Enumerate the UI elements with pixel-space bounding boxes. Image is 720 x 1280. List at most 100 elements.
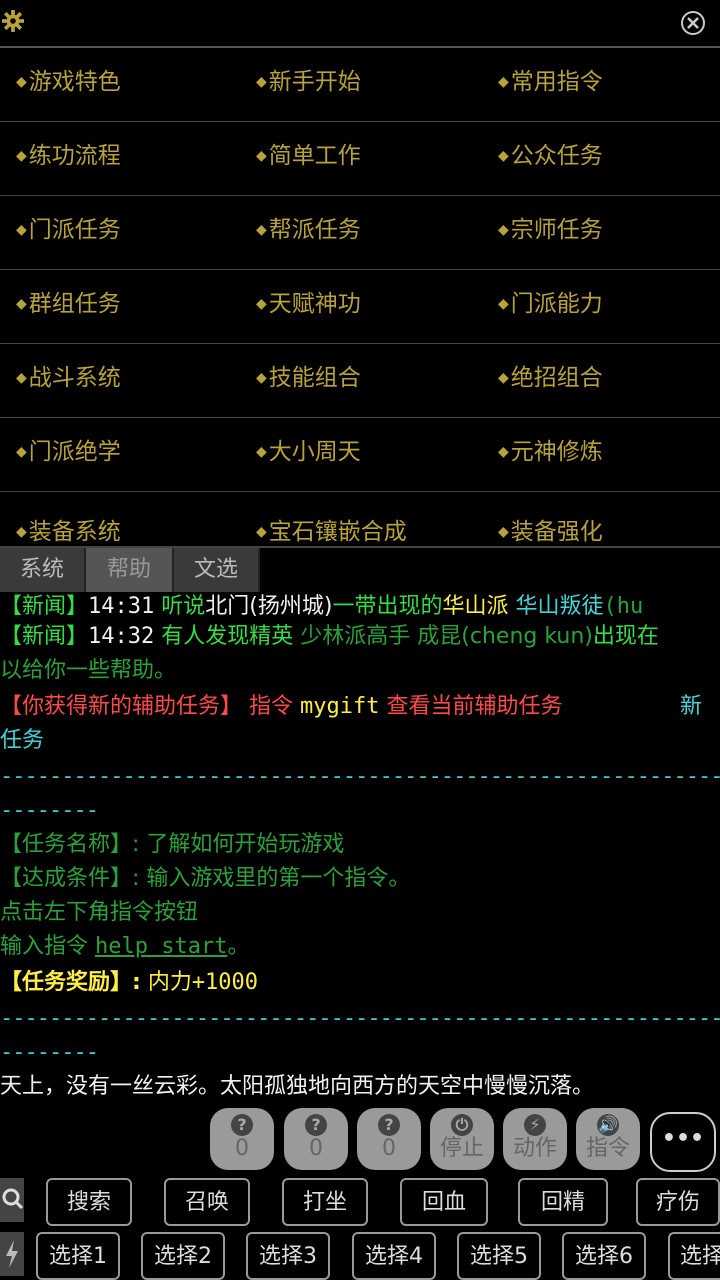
topic-item[interactable]: ◆大小周天 (256, 418, 361, 491)
topic-label: 简单工作 (268, 143, 361, 169)
topic-item[interactable]: ◆战斗系统 (16, 344, 121, 417)
topic-label: 装备强化 (510, 519, 603, 545)
select-5-button[interactable]: 选择5 (457, 1232, 541, 1280)
grid-row: ◆练功流程 ◆简单工作 ◆公众任务 (0, 122, 720, 196)
command-label: 指令 (585, 1136, 630, 1161)
search-button[interactable]: 搜索 (46, 1178, 132, 1226)
lightning-icon (6, 1240, 18, 1268)
more-button[interactable]: ••• (650, 1112, 716, 1172)
log-line: 以给你一些帮助。 (0, 658, 177, 683)
grid-row: ◆战斗系统 ◆技能组合 ◆绝招组合 (0, 344, 720, 418)
topic-item[interactable]: ◆简单工作 (256, 122, 361, 195)
heal-button[interactable]: 疗伤 (636, 1178, 720, 1226)
grid-row: ◆门派绝学 ◆大小周天 ◆元神修炼 (0, 418, 720, 492)
stop-button[interactable]: ⏻ 停止 (430, 1108, 494, 1170)
select-3-button[interactable]: 选择3 (246, 1232, 330, 1280)
topic-label: 门派任务 (28, 217, 121, 243)
lightning-row-toggle[interactable] (0, 1232, 24, 1276)
search-icon (2, 1188, 24, 1210)
tab-selection[interactable]: 文选 (174, 548, 260, 592)
topic-item[interactable]: ◆元神修炼 (498, 418, 603, 491)
topic-item[interactable]: ◆练功流程 (16, 122, 121, 195)
topic-label: 宗师任务 (510, 217, 603, 243)
topic-label: 装备系统 (28, 519, 121, 545)
log-line: 【任务奖励】: 内力+1000 (0, 970, 259, 995)
top-bar (0, 0, 720, 48)
recover-hp-button[interactable]: 回血 (400, 1178, 488, 1226)
select-2-button[interactable]: 选择2 (141, 1232, 225, 1280)
log-line: 天上，没有一丝云彩。太阳孤独地向西方的天空中慢慢沉落。 (0, 1074, 595, 1099)
log-line: 【新闻】14:32 有人发现精英 少林派高手 成昆(cheng kun)出现在 (0, 624, 659, 649)
topic-label: 新手开始 (268, 69, 361, 95)
topic-item[interactable]: ◆游戏特色 (16, 48, 121, 121)
select-7-button[interactable]: 选择 (668, 1232, 720, 1280)
topic-item[interactable]: ◆新手开始 (256, 48, 361, 121)
slot-count: 0 (235, 1136, 249, 1161)
quick-slot-button[interactable]: ? 0 (284, 1108, 348, 1170)
close-icon[interactable] (680, 10, 706, 36)
divider: ----------------------------------------… (0, 764, 720, 789)
search-row-toggle[interactable] (0, 1178, 24, 1222)
log-line: 【达成条件】: 输入游戏里的第一个指令。 (0, 866, 411, 891)
select-4-button[interactable]: 选择4 (352, 1232, 436, 1280)
divider: -------- (0, 1040, 99, 1065)
topic-item[interactable]: ◆天赋神功 (256, 270, 361, 343)
topic-label: 练功流程 (28, 143, 121, 169)
channel-tabs: 系统 帮助 文选 (0, 546, 720, 592)
help-start-link[interactable]: help start (95, 934, 227, 959)
topic-item[interactable]: ◆群组任务 (16, 270, 121, 343)
command-button[interactable]: 🔊 指令 (576, 1108, 640, 1170)
log-line: 【新闻】14:31 听说北门(扬州城)一带出现的华山派 华山叛徒(hu (0, 594, 644, 619)
topic-item[interactable]: ◆绝招组合 (498, 344, 603, 417)
slot-count: 0 (309, 1136, 323, 1161)
meditate-button[interactable]: 打坐 (282, 1178, 368, 1226)
power-icon: ⏻ (451, 1114, 473, 1136)
lightning-icon: ⚡ (524, 1114, 546, 1136)
topic-item[interactable]: ◆门派任务 (16, 196, 121, 269)
topic-label: 天赋神功 (268, 291, 361, 317)
topic-label: 大小周天 (268, 439, 361, 465)
topic-item[interactable]: ◆技能组合 (256, 344, 361, 417)
topic-label: 绝招组合 (510, 365, 603, 391)
action-label: 动作 (512, 1136, 557, 1161)
topic-label: 技能组合 (268, 365, 361, 391)
select-6-button[interactable]: 选择6 (562, 1232, 646, 1280)
question-icon: ? (305, 1114, 327, 1136)
topic-label: 元神修炼 (510, 439, 603, 465)
topic-label: 战斗系统 (28, 365, 121, 391)
topic-label: 常用指令 (510, 69, 603, 95)
log-line: 【你获得新的辅助任务】 指令 mygift 查看当前辅助任务 新 (0, 694, 703, 719)
quick-slot-button[interactable]: ? 0 (210, 1108, 274, 1170)
slot-count: 0 (382, 1136, 396, 1161)
log-line: 任务 (0, 728, 45, 753)
speaker-icon: 🔊 (597, 1114, 619, 1136)
topic-label: 帮派任务 (268, 217, 361, 243)
tab-help[interactable]: 帮助 (86, 548, 174, 592)
grid-row: ◆群组任务 ◆天赋神功 ◆门派能力 (0, 270, 720, 344)
topic-label: 门派能力 (510, 291, 603, 317)
stop-label: 停止 (439, 1136, 484, 1161)
question-icon: ? (231, 1114, 253, 1136)
topic-item[interactable]: ◆门派绝学 (16, 418, 121, 491)
tab-system[interactable]: 系统 (0, 548, 86, 592)
select-1-button[interactable]: 选择1 (36, 1232, 120, 1280)
action-button[interactable]: ⚡ 动作 (503, 1108, 567, 1170)
grid-row: ◆门派任务 ◆帮派任务 ◆宗师任务 (0, 196, 720, 270)
quick-slot-button[interactable]: ? 0 (357, 1108, 421, 1170)
topic-label: 公众任务 (510, 143, 603, 169)
topic-label: 群组任务 (28, 291, 121, 317)
topic-item[interactable]: ◆常用指令 (498, 48, 603, 121)
topic-item[interactable]: ◆宗师任务 (498, 196, 603, 269)
gear-icon[interactable] (2, 10, 24, 32)
topic-item[interactable]: ◆门派能力 (498, 270, 603, 343)
message-log[interactable]: 【新闻】14:31 听说北门(扬州城)一带出现的华山派 华山叛徒(hu 【新闻】… (0, 590, 720, 1110)
log-line: 【任务名称】: 了解如何开始玩游戏 (0, 832, 345, 857)
divider: ----------------------------------------… (0, 1006, 720, 1031)
summon-button[interactable]: 召唤 (164, 1178, 250, 1226)
help-topic-grid: ◆游戏特色 ◆新手开始 ◆常用指令 ◆练功流程 ◆简单工作 ◆公众任务 ◆门派任… (0, 48, 720, 546)
topic-item[interactable]: ◆帮派任务 (256, 196, 361, 269)
topic-label: 宝石镶嵌合成 (268, 519, 407, 545)
topic-item[interactable]: ◆公众任务 (498, 122, 603, 195)
recover-energy-button[interactable]: 回精 (518, 1178, 608, 1226)
topic-label: 门派绝学 (28, 439, 121, 465)
